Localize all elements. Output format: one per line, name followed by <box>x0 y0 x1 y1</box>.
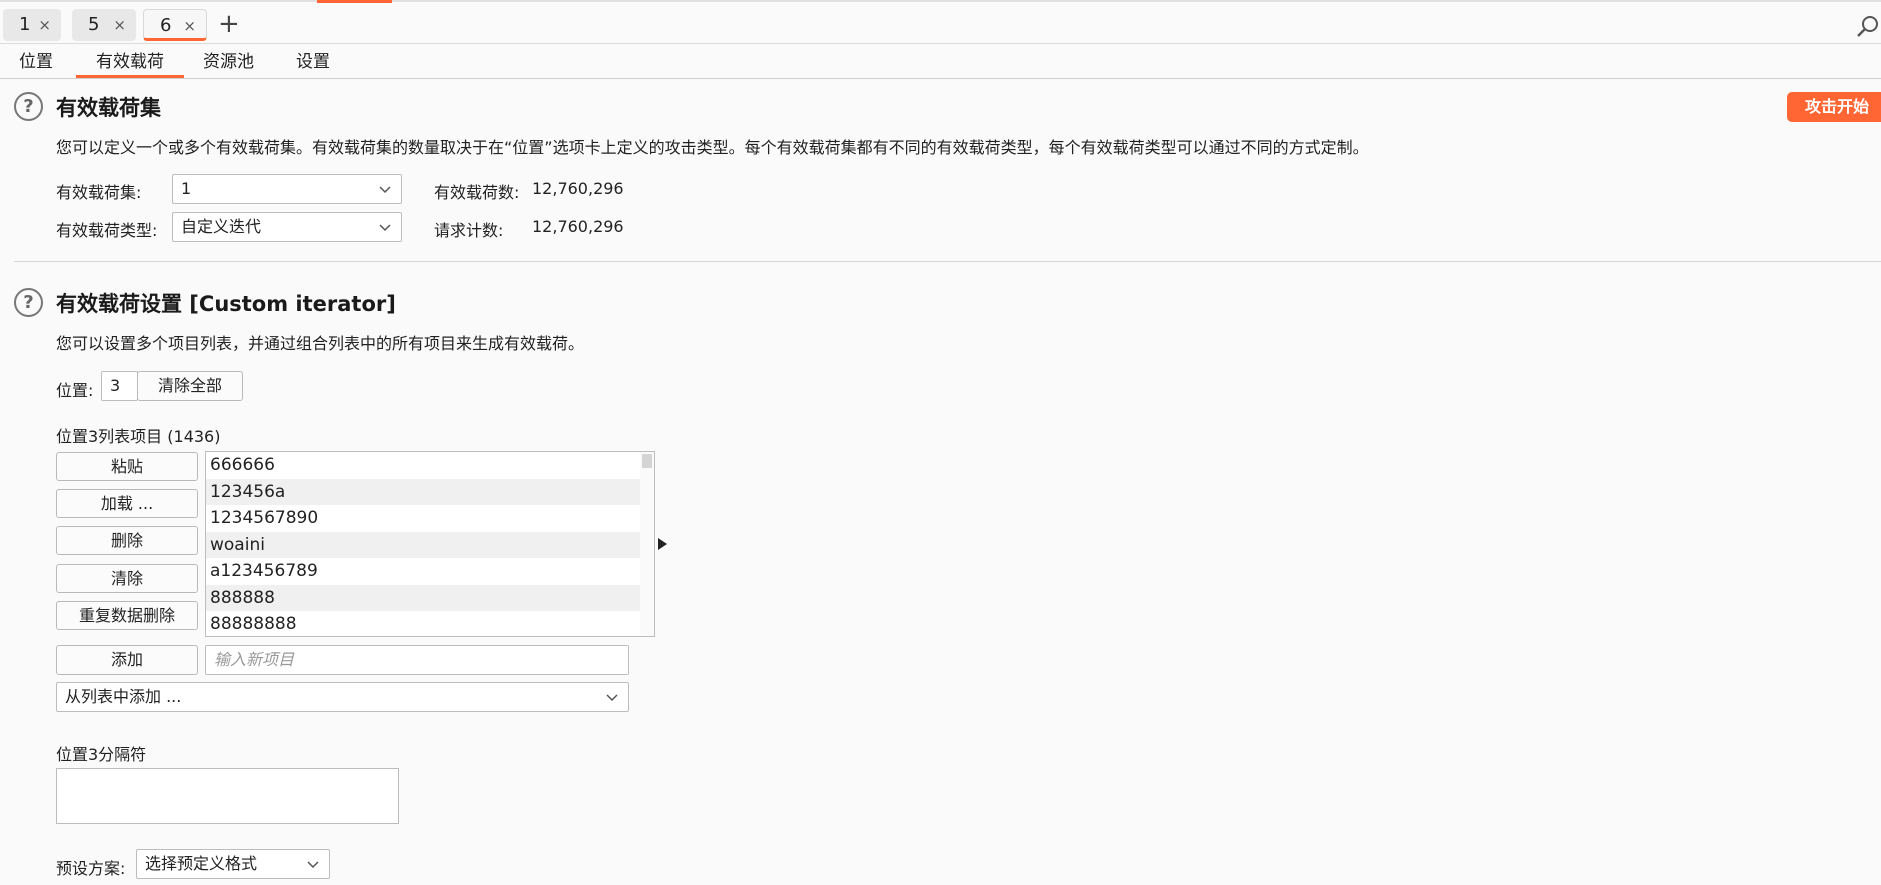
request-tab-label: 1 <box>19 14 31 35</box>
list-item[interactable]: woaini <box>206 531 640 558</box>
payload-settings-title: 有效载荷设置 [Custom iterator] <box>56 292 396 316</box>
list-scrollbar[interactable] <box>640 452 654 636</box>
request-count-value: 12,760,296 <box>532 217 624 236</box>
preset-label: 预设方案: <box>56 859 126 878</box>
close-icon[interactable]: × <box>113 9 126 41</box>
payload-type-select[interactable]: 自定义迭代 <box>172 212 402 242</box>
preset-select[interactable]: 选择预定义格式 <box>136 849 330 879</box>
payload-count-label: 有效载荷数: <box>434 183 520 202</box>
deduplicate-button[interactable]: 重复数据删除 <box>56 601 198 630</box>
help-icon[interactable]: ? <box>14 92 43 121</box>
separator-label: 位置3分隔符 <box>56 745 147 764</box>
request-tab-label: 6 <box>160 15 172 36</box>
request-tab-5[interactable]: 5 × <box>72 9 136 41</box>
add-from-list-value: 从列表中添加 ... <box>65 687 182 706</box>
payload-set-select[interactable]: 1 <box>172 174 402 204</box>
chevron-down-icon <box>379 186 391 194</box>
clear-all-button[interactable]: 清除全部 <box>137 371 243 401</box>
add-tab-icon[interactable]: + <box>218 8 240 40</box>
payload-count-value: 12,760,296 <box>532 179 624 198</box>
section-divider <box>14 261 1881 262</box>
list-items-title: 位置3列表项目 (1436) <box>56 427 221 446</box>
payload-settings-description: 您可以设置多个项目列表，并通过组合列表中的所有项目来生成有效载荷。 <box>56 334 585 353</box>
list-item[interactable]: 123456a <box>206 478 640 505</box>
remove-button[interactable]: 删除 <box>56 526 198 555</box>
new-item-input[interactable]: 输入新项目 <box>205 645 629 675</box>
preset-value: 选择预定义格式 <box>145 854 258 873</box>
payload-set-value: 1 <box>181 179 192 198</box>
expand-arrow-icon[interactable] <box>658 538 667 550</box>
request-count-label: 请求计数: <box>434 221 504 240</box>
position-value: 3 <box>110 376 121 395</box>
payload-type-value: 自定义迭代 <box>181 217 262 236</box>
request-tab-6[interactable]: 6 × <box>143 9 207 41</box>
request-tab-bar: 1 × 5 × 6 × + <box>0 4 1881 44</box>
request-tab-1[interactable]: 1 × <box>3 9 61 41</box>
payload-set-label: 有效载荷集: <box>56 183 142 202</box>
add-from-list-select[interactable]: 从列表中添加 ... <box>56 682 629 712</box>
chevron-down-icon <box>307 861 319 869</box>
request-tab-label: 5 <box>88 14 100 35</box>
list-item[interactable]: a123456789 <box>206 558 640 585</box>
help-icon[interactable]: ? <box>14 288 43 317</box>
payload-type-label: 有效载荷类型: <box>56 221 158 240</box>
window-top-accent <box>317 0 392 3</box>
position-label: 位置: <box>56 381 94 400</box>
payload-sets-title: 有效载荷集 <box>56 96 161 120</box>
separator-textarea[interactable] <box>56 768 399 824</box>
list-item[interactable]: 88888888 <box>206 611 640 636</box>
position-select[interactable]: 3 <box>101 371 138 401</box>
payload-items-list[interactable]: 666666 123456a 1234567890 woaini a123456… <box>205 451 655 637</box>
start-attack-button[interactable]: 攻击开始 <box>1787 92 1881 122</box>
close-icon[interactable]: × <box>183 10 196 42</box>
payload-sets-description: 您可以定义一个或多个有效载荷集。有效载荷集的数量取决于在“位置”选项卡上定义的攻… <box>56 138 1369 157</box>
chevron-down-icon <box>379 224 391 232</box>
search-icon[interactable] <box>1855 14 1881 40</box>
clear-button[interactable]: 清除 <box>56 564 198 593</box>
list-item[interactable]: 888888 <box>206 584 640 611</box>
close-icon[interactable]: × <box>38 9 51 41</box>
paste-button[interactable]: 粘贴 <box>56 452 198 481</box>
tab-payloads[interactable]: 有效载荷 <box>76 50 184 78</box>
tab-resource-pool[interactable]: 资源池 <box>203 50 254 78</box>
list-item[interactable]: 1234567890 <box>206 505 640 532</box>
tab-positions[interactable]: 位置 <box>19 50 53 78</box>
list-scroll-thumb[interactable] <box>642 454 652 468</box>
chevron-down-icon <box>606 694 618 702</box>
intruder-sub-tab-bar: 位置 有效载荷 资源池 设置 <box>0 45 1881 79</box>
tab-settings[interactable]: 设置 <box>296 50 330 78</box>
add-button[interactable]: 添加 <box>56 645 198 675</box>
window-top-edge <box>0 0 1881 2</box>
list-item[interactable]: 666666 <box>206 452 640 479</box>
load-button[interactable]: 加载 ... <box>56 489 198 518</box>
